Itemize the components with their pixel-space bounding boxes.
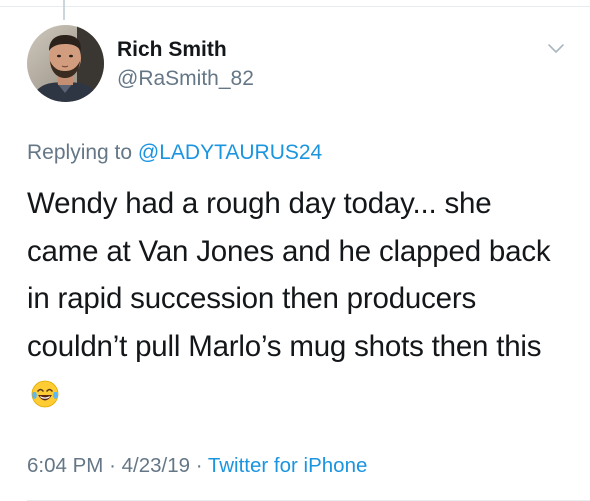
tweet-source-link[interactable]: Twitter for iPhone [208, 454, 368, 477]
thread-top-divider [0, 6, 590, 7]
reply-mention-link[interactable]: @LADYTAURUS24 [138, 141, 322, 164]
replying-to: Replying to @LADYTAURUS24 [27, 141, 322, 165]
tweet-time[interactable]: 6:04 PM [27, 454, 103, 477]
meta-separator: · [109, 454, 116, 477]
tweet-body: Wendy had a rough day today... she came … [27, 187, 551, 363]
thread-connector-line [63, 0, 65, 20]
author-handle[interactable]: @RaSmith_82 [117, 67, 254, 91]
tweet-text: Wendy had a rough day today... she came … [27, 180, 567, 418]
chevron-down-icon[interactable] [544, 40, 568, 58]
avatar[interactable] [27, 25, 104, 102]
replying-to-label: Replying to [27, 141, 133, 164]
tweet-metadata: 6:04 PM · 4/23/19 · Twitter for iPhone [27, 454, 367, 478]
face-with-tears-of-joy-icon [30, 376, 60, 408]
tweet-date[interactable]: 4/23/19 [122, 454, 190, 477]
author-display-name[interactable]: Rich Smith [117, 38, 227, 62]
meta-separator: · [195, 454, 203, 477]
